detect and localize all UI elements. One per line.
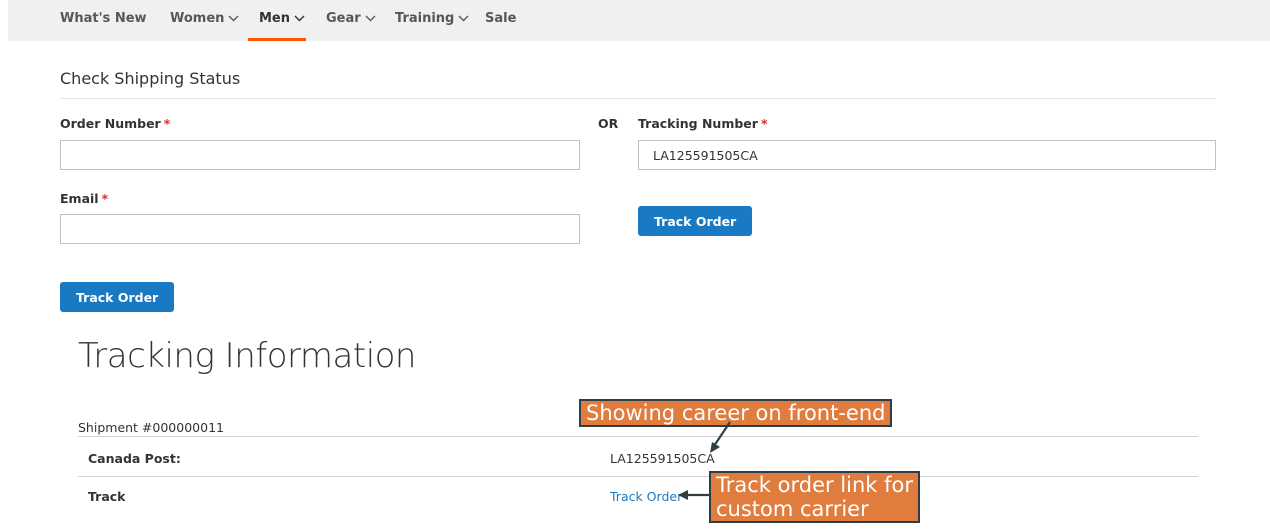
required-mark: * [163,116,171,131]
annotation-callout-track-link: Track order link for custom carrier [709,471,920,523]
nav-item-gear[interactable]: Gear [326,11,376,26]
annotation-arrow-icon [678,490,710,500]
track-row-value: Track Order [610,489,682,504]
nav-item-training[interactable]: Training [395,11,469,26]
email-input[interactable] [60,214,580,244]
order-number-input[interactable] [60,140,580,170]
table-divider [78,436,1198,437]
order-number-label: Order Number * [60,116,171,131]
nav-item-sale[interactable]: Sale [485,11,516,26]
required-mark: * [760,116,768,131]
tracking-info-title: Tracking Information [78,336,417,376]
track-order-button-order[interactable]: Track Order [60,282,175,312]
chevron-down-icon [458,15,469,22]
top-navigation: What's New Women Men Gear Training Sale [8,0,1270,41]
carrier-label: Canada Post: [88,451,181,466]
tracking-number-value: LA125591505CA [610,451,715,466]
nav-item-whats-new[interactable]: What's New [60,11,147,26]
chevron-down-icon [228,15,239,22]
or-label: OR [598,116,619,131]
track-label: Track [88,489,126,504]
track-order-link[interactable]: Track Order [610,489,682,504]
annotation-arrow-icon [710,421,731,453]
tracking-number-input[interactable] [638,140,1216,170]
nav-item-men[interactable]: Men [259,11,305,26]
shipment-label: Shipment #000000011 [78,420,224,435]
track-order-button-tracking[interactable]: Track Order [638,206,753,236]
chevron-down-icon [365,15,376,22]
chevron-down-icon [294,15,305,22]
tracking-number-label: Tracking Number * [638,116,768,131]
email-label: Email * [60,191,109,206]
divider [60,98,1216,99]
required-mark: * [101,191,109,206]
table-divider [78,476,1198,477]
nav-item-women[interactable]: Women [170,11,239,26]
nav-active-indicator [248,38,306,41]
section-title: Check Shipping Status [60,69,241,88]
